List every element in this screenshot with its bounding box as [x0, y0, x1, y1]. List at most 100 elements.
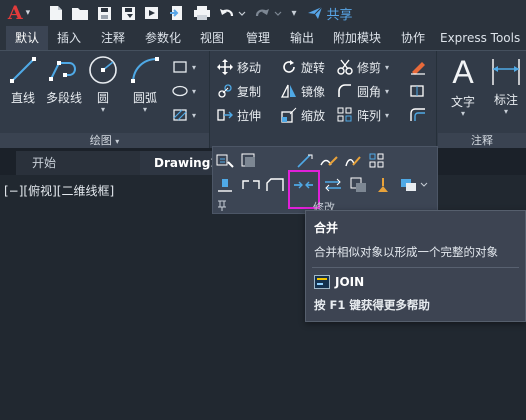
lengthen-icon[interactable]: [295, 151, 315, 171]
tab-start[interactable]: 开始: [16, 151, 146, 175]
application-menu-button[interactable]: A ▾: [4, 2, 34, 24]
rotate-button[interactable]: 旋转: [281, 57, 325, 77]
open-folder-icon[interactable]: [70, 3, 90, 23]
polyline-label: 多段线: [45, 91, 82, 105]
app-logo: A: [7, 2, 23, 24]
tab-insert[interactable]: 插入: [52, 26, 86, 50]
chevron-down-icon[interactable]: ▾: [101, 106, 105, 114]
dimension-button[interactable]: 标注 ▾: [486, 55, 526, 117]
tab-drawing1[interactable]: Drawing1: [140, 151, 220, 175]
print-icon[interactable]: [192, 3, 212, 23]
rotate-label: 旋转: [301, 60, 326, 75]
modify-panel: 移动 旋转 修剪 ▾ 复制 镜像 圆角 ▾ 拉伸 缩放 阵列 ▾: [211, 51, 437, 149]
tab-output[interactable]: 输出: [284, 26, 320, 50]
copy-icon: [218, 84, 232, 98]
tab-manage[interactable]: 管理: [240, 26, 276, 50]
scale-button[interactable]: 缩放: [281, 105, 325, 125]
arc-button[interactable]: 圆弧 ▾: [128, 55, 162, 117]
ellipse-icon: [172, 85, 188, 97]
ellipse-button[interactable]: ▾: [172, 81, 196, 101]
hatch-button[interactable]: ▾: [172, 105, 196, 125]
circle-button[interactable]: 圆 ▾: [86, 55, 120, 117]
save-as-icon[interactable]: [118, 3, 138, 23]
stretch-icon: [217, 109, 233, 121]
draw-panel-title[interactable]: 绘图 ▾: [0, 133, 209, 149]
mirror-button[interactable]: 镜像: [281, 81, 325, 101]
move-label: 移动: [237, 60, 262, 75]
export-icon[interactable]: [166, 3, 186, 23]
circle-label: 圆: [96, 91, 109, 105]
tab-parametric[interactable]: 参数化: [140, 26, 186, 50]
chevron-down-icon[interactable]: ▾: [504, 108, 508, 116]
save-icon[interactable]: [94, 3, 114, 23]
chamfer-icon[interactable]: [265, 175, 285, 195]
line-icon: [10, 57, 36, 83]
tab-express-tools[interactable]: Express Tools: [440, 26, 526, 50]
stretch-button[interactable]: 拉伸: [217, 105, 261, 125]
rotate-icon: [283, 60, 295, 73]
polyline-button[interactable]: 多段线: [44, 55, 84, 117]
chevron-down-icon[interactable]: ▾: [143, 106, 147, 114]
scissors-icon: [337, 59, 353, 75]
customize-qat-icon[interactable]: ▾: [288, 3, 300, 23]
web-mobile-icon[interactable]: [142, 3, 162, 23]
break-icon[interactable]: [241, 175, 261, 195]
chevron-down-icon[interactable]: ▾: [385, 87, 389, 96]
redo-icon[interactable]: [252, 3, 284, 23]
rectangle-icon: [173, 61, 187, 73]
erase-button[interactable]: [409, 57, 427, 77]
tab-addins[interactable]: 附加模块: [328, 26, 386, 50]
edit-array-icon[interactable]: [367, 151, 387, 171]
dimension-label: 标注: [493, 93, 518, 107]
fillet-icon: [338, 84, 351, 97]
explode-button[interactable]: [409, 81, 427, 101]
pin-icon[interactable]: [217, 199, 227, 214]
edit-polyline-icon[interactable]: [319, 151, 339, 171]
copy-nested-icon[interactable]: [349, 175, 369, 195]
break-at-point-icon[interactable]: [215, 175, 235, 195]
fillet-label: 圆角: [357, 84, 382, 99]
scale-label: 缩放: [301, 108, 326, 123]
copy-button[interactable]: 复制: [217, 81, 261, 101]
tab-home[interactable]: 默认: [6, 26, 48, 50]
mirror-label: 镜像: [301, 84, 326, 99]
text-button[interactable]: A 文字 ▾: [446, 55, 480, 118]
tooltip-divider: [312, 267, 519, 268]
annotation-panel-title[interactable]: 注释: [438, 133, 526, 149]
match-properties-icon[interactable]: [215, 151, 235, 171]
match-layer-icon[interactable]: [239, 151, 259, 171]
tooltip-title: 合并: [314, 221, 339, 235]
command-line-icon: [314, 275, 330, 289]
undo-icon[interactable]: [216, 3, 248, 23]
line-button[interactable]: 直线: [6, 55, 40, 117]
edit-spline-icon[interactable]: [343, 151, 363, 171]
array-button[interactable]: 阵列 ▾: [337, 105, 389, 125]
chevron-down-icon[interactable]: ▾: [385, 111, 389, 120]
draw-panel-title-label: 绘图: [89, 134, 112, 147]
trim-button[interactable]: 修剪 ▾: [337, 57, 389, 77]
viewport-controls[interactable]: [−][俯视][二维线框]: [4, 182, 114, 199]
move-button[interactable]: 移动: [217, 57, 261, 77]
tab-annotate[interactable]: 注释: [96, 26, 130, 50]
fillet-button[interactable]: 圆角 ▾: [337, 81, 389, 101]
scale-icon: [281, 107, 297, 123]
tab-view[interactable]: 视图: [194, 26, 230, 50]
draw-order-icon[interactable]: [399, 175, 429, 195]
delete-duplicates-icon[interactable]: [373, 175, 393, 195]
mirror-icon: [281, 84, 296, 98]
chevron-down-icon: ▾: [115, 137, 120, 146]
reverse-icon[interactable]: [323, 175, 343, 195]
rectangle-button[interactable]: ▾: [172, 57, 196, 77]
chevron-down-icon[interactable]: ▾: [385, 63, 389, 72]
send-icon: [308, 6, 323, 19]
trim-label: 修剪: [357, 60, 382, 75]
offset-button[interactable]: [409, 105, 427, 125]
explode-icon: [410, 85, 424, 97]
tab-collaborate[interactable]: 协作: [394, 26, 432, 50]
annotation-panel: A 文字 ▾ 标注 ▾ 注释: [438, 51, 526, 149]
share-button[interactable]: 共享: [306, 3, 354, 23]
arc-icon: [131, 57, 159, 84]
chevron-down-icon[interactable]: ▾: [461, 110, 465, 118]
new-file-icon[interactable]: [46, 3, 66, 23]
array-icon: [337, 107, 352, 122]
